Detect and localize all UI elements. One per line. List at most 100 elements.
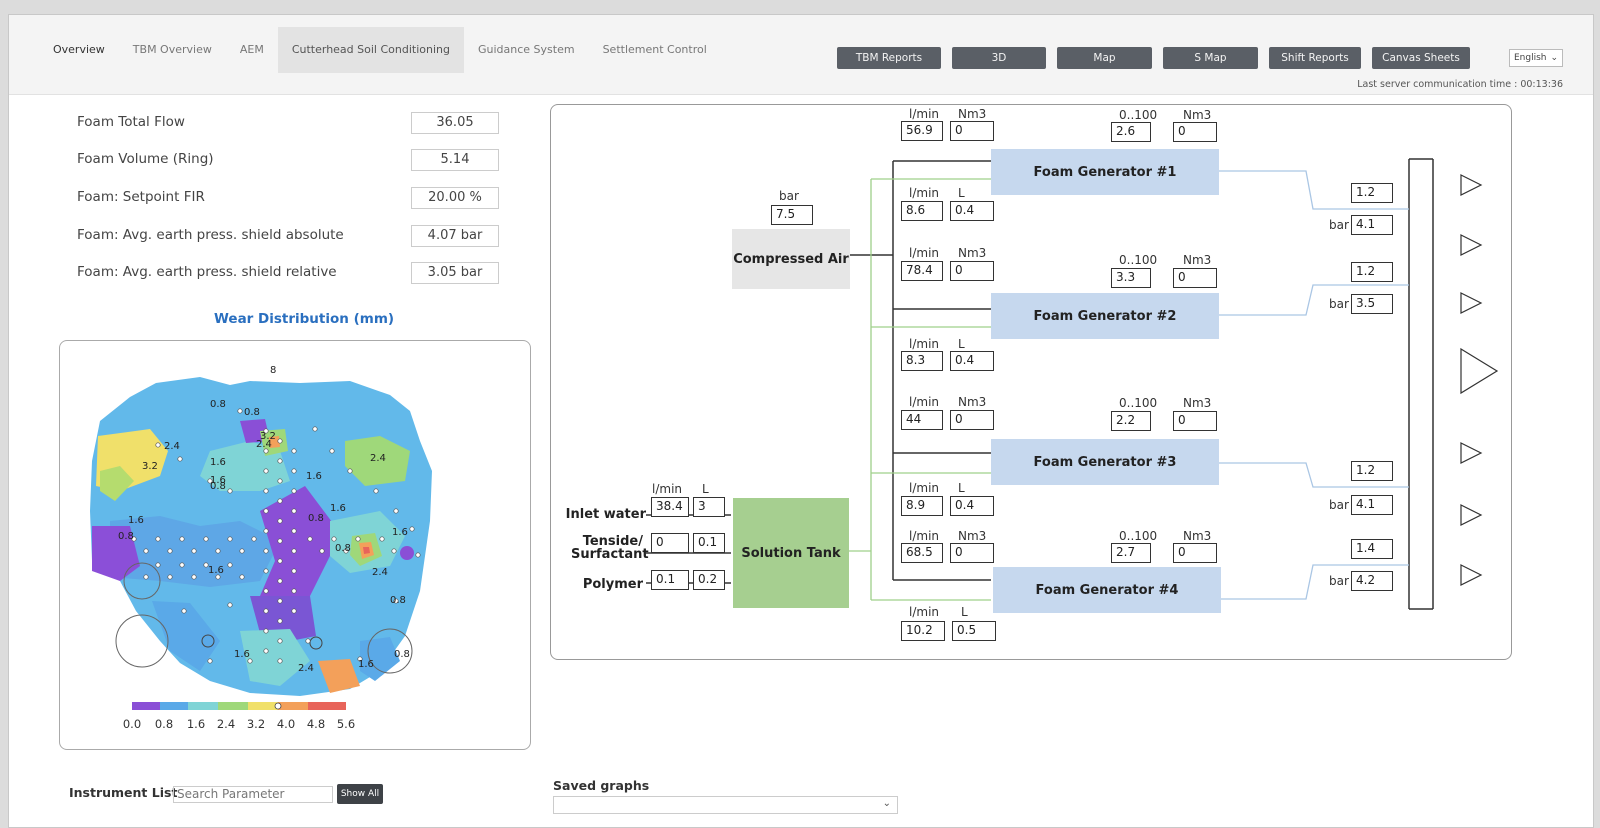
colorbar-segment xyxy=(188,702,218,710)
wear-label: 1.6 xyxy=(210,457,226,468)
tab-cutterhead-soil-conditioning[interactable]: Cutterhead Soil Conditioning xyxy=(277,27,464,73)
show-all-button[interactable]: Show All xyxy=(337,784,383,804)
field-label: Foam: Setpoint FIR xyxy=(77,189,205,205)
unit-label: Nm3 xyxy=(958,395,987,409)
unit-label: bar xyxy=(1329,498,1349,512)
tab-guidance-system[interactable]: Guidance System xyxy=(464,27,589,73)
compressed-air-block: Compressed Air xyxy=(732,229,850,289)
inlet-water-label: Inlet water xyxy=(565,507,646,522)
wear-label: 0.8 xyxy=(390,595,406,606)
unit-label: bar xyxy=(1329,574,1349,588)
language-select[interactable]: English ⌄ xyxy=(1509,49,1563,67)
unit-label: Nm3 xyxy=(958,529,987,543)
tab-aem[interactable]: AEM xyxy=(226,27,278,73)
gen4-air-flow: 68.5 xyxy=(901,543,943,563)
wear-distribution-panel: 8 0.8 0.8 2.4 2.4 3.2 1.6 1.6 0.8 3.2 2.… xyxy=(59,340,531,750)
field-label: Foam: Avg. earth press. shield relative xyxy=(77,264,337,280)
field-value: 3.05 bar xyxy=(411,262,499,284)
surfactant-volume: 0.1 xyxy=(693,533,725,553)
wear-label: 1.6 xyxy=(128,515,144,526)
colorbar-segment xyxy=(278,702,308,710)
chevron-down-icon: ⌄ xyxy=(1550,53,1558,63)
3d-button[interactable]: 3D xyxy=(952,47,1046,69)
unit-label: bar xyxy=(1329,297,1349,311)
wear-label: 0.8 xyxy=(118,531,134,542)
unit-label: 0..100 xyxy=(1119,108,1158,122)
foam-generator-2[interactable]: Foam Generator #2 xyxy=(991,293,1219,339)
unit-label: bar xyxy=(779,189,799,203)
toolbar-buttons: TBM Reports 3D Map S Map Shift Reports C… xyxy=(837,47,1481,69)
wear-label: 0.8 xyxy=(210,399,226,410)
unit-label: l/min xyxy=(909,337,940,351)
field-value: 36.05 xyxy=(411,112,499,134)
tab-tbm-overview[interactable]: TBM Overview xyxy=(119,27,226,73)
shift-reports-button[interactable]: Shift Reports xyxy=(1269,47,1361,69)
unit-label: Nm3 xyxy=(958,107,987,121)
unit-label: L xyxy=(958,337,965,351)
gen1-output-pressure: 4.1 xyxy=(1351,215,1393,235)
surfactant-flow: 0 xyxy=(651,533,689,553)
wear-label: 8 xyxy=(270,365,276,376)
gen3-air-flow: 44 xyxy=(901,410,943,430)
polymer-volume: 0.2 xyxy=(693,570,725,590)
wear-colorbar: 0.0 0.8 1.6 2.4 3.2 4.0 4.8 5.6 xyxy=(123,702,355,731)
map-button[interactable]: Map xyxy=(1057,47,1152,69)
unit-label: L xyxy=(961,605,968,619)
gen3-air-volume: 0 xyxy=(950,410,994,430)
unit-label: L xyxy=(702,482,709,496)
colorbar-tick-label: 2.4 xyxy=(217,717,235,731)
cutterhead-wear-heatmap xyxy=(90,377,432,696)
colorbar-tick-label: 3.2 xyxy=(247,717,265,731)
chevron-down-icon: ⌄ xyxy=(882,798,891,809)
saved-graphs-select[interactable]: ⌄ xyxy=(553,796,898,814)
unit-label: bar xyxy=(1329,218,1349,232)
gen4-air-volume: 0 xyxy=(950,543,994,563)
field-label: Foam Volume (Ring) xyxy=(77,151,214,167)
wear-label: 1.6 xyxy=(306,471,322,482)
gen2-setpoint: 3.3 xyxy=(1111,268,1151,288)
foam-generator-3[interactable]: Foam Generator #3 xyxy=(991,439,1219,485)
top-navigation-bar: Overview TBM Overview AEM Cutterhead Soi… xyxy=(9,15,1593,95)
inlet-water-volume: 3 xyxy=(693,497,725,517)
gen2-liquid-volume: 0.4 xyxy=(950,351,994,371)
wear-label: 0.8 xyxy=(210,481,226,492)
s-map-button[interactable]: S Map xyxy=(1163,47,1258,69)
unit-label: 0..100 xyxy=(1119,396,1158,410)
colorbar-segment xyxy=(308,702,346,710)
gen4-liquid-flow: 10.2 xyxy=(901,621,945,641)
wear-label: 1.6 xyxy=(330,503,346,514)
field-value: 5.14 xyxy=(411,149,499,171)
gen2-output-top: 1.2 xyxy=(1351,262,1393,282)
unit-label: Nm3 xyxy=(1183,108,1212,122)
wear-label: 1.6 xyxy=(358,659,374,670)
tab-bar: Overview TBM Overview AEM Cutterhead Soi… xyxy=(39,27,721,73)
gen3-output-pressure: 4.1 xyxy=(1351,495,1393,515)
canvas-sheets-button[interactable]: Canvas Sheets xyxy=(1372,47,1470,69)
colorbar-tick-label: 4.0 xyxy=(277,717,295,731)
app-window: Overview TBM Overview AEM Cutterhead Soi… xyxy=(8,14,1594,828)
colorbar-tick-label: 5.6 xyxy=(337,717,355,731)
tbm-reports-button[interactable]: TBM Reports xyxy=(837,47,941,69)
unit-label: l/min xyxy=(909,605,940,619)
gen1-liquid-flow: 8.6 xyxy=(901,201,943,221)
tab-settlement-control[interactable]: Settlement Control xyxy=(589,27,721,73)
wear-label: 2.4 xyxy=(164,441,180,452)
wear-label: 3.2 xyxy=(142,461,158,472)
field-label: Foam: Avg. earth press. shield absolute xyxy=(77,227,344,243)
colorbar-tick-label: 1.6 xyxy=(187,717,205,731)
wear-label: 0.8 xyxy=(394,649,410,660)
field-label: Foam Total Flow xyxy=(77,114,185,130)
foam-generator-4[interactable]: Foam Generator #4 xyxy=(993,567,1221,613)
search-parameter-input[interactable]: Search Parameter xyxy=(173,786,333,803)
colorbar-segment xyxy=(160,702,188,710)
compressed-air-pressure: 7.5 xyxy=(771,205,813,225)
polymer-label: Polymer xyxy=(582,577,643,592)
instrument-list-title: Instrument List xyxy=(69,785,178,800)
gen2-setpoint-volume: 0 xyxy=(1173,268,1217,288)
foam-generator-1[interactable]: Foam Generator #1 xyxy=(991,149,1219,195)
wear-map: 8 0.8 0.8 2.4 2.4 3.2 1.6 1.6 0.8 3.2 2.… xyxy=(90,365,432,731)
tab-overview[interactable]: Overview xyxy=(39,27,119,73)
unit-label: l/min xyxy=(909,186,940,200)
gen3-output-top: 1.2 xyxy=(1351,461,1393,481)
gen2-liquid-flow: 8.3 xyxy=(901,351,943,371)
